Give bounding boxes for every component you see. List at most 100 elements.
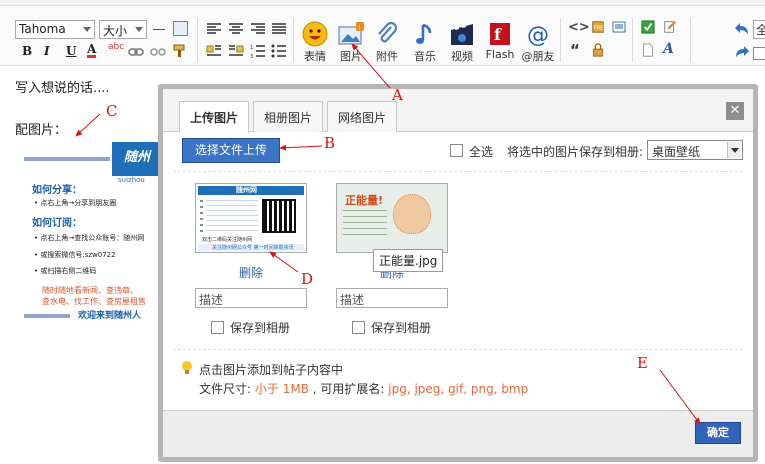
text-style-icon[interactable]: A: [663, 41, 674, 57]
image-tool[interactable]: ! 图片: [336, 20, 366, 64]
size-label: 文件尺寸:: [199, 382, 252, 396]
spellcheck-icon[interactable]: abc: [108, 42, 124, 52]
annotation-label-c: C: [106, 102, 118, 120]
dialog-tab-bar: [163, 89, 753, 132]
size-value: 小于 1MB: [254, 382, 309, 396]
svg-text:3: 3: [250, 54, 253, 58]
underline-button[interactable]: U: [66, 44, 76, 58]
flash-label: Flash: [485, 48, 515, 61]
emoticon-tool[interactable]: 表情: [300, 20, 330, 64]
page-icon[interactable]: [640, 43, 656, 57]
preview-heading-subscribe: 如何订阅：: [32, 218, 82, 229]
unlink-icon[interactable]: [150, 45, 166, 59]
align-justify-icon[interactable]: [271, 22, 287, 36]
flash-tool[interactable]: f Flash: [484, 20, 516, 61]
ordered-list-icon[interactable]: 13: [250, 44, 266, 58]
italic-button[interactable]: I: [44, 44, 50, 58]
video-label: 视频: [451, 50, 473, 63]
undo-icon[interactable]: [734, 22, 750, 36]
float-right-icon[interactable]: [228, 44, 244, 58]
preview-promo-1: 随时随地看新闻、查违章、: [42, 286, 138, 295]
editor-toolbar: Tahoma 大小 B I U A abc 13 表情 ! 图片 附件 音乐 视…: [0, 0, 765, 66]
divider: [173, 171, 743, 172]
choose-file-upload-button[interactable]: 选择文件上传: [182, 138, 280, 163]
toolbar-separator: [632, 18, 633, 62]
bold-button[interactable]: B: [22, 44, 32, 58]
svg-text:!: !: [358, 24, 361, 32]
image-1-save-checkbox[interactable]: [211, 321, 224, 334]
redo-icon[interactable]: [734, 45, 750, 59]
unordered-list-icon[interactable]: [271, 44, 287, 58]
thumb-text: 双击二维码关注随州网: [202, 237, 253, 243]
preview-line-4: • 或扫描右侧二维码: [34, 267, 97, 275]
edit-note-icon[interactable]: [662, 20, 678, 34]
attachment-tool[interactable]: 附件: [372, 20, 402, 64]
annotation-label-b: B: [324, 134, 336, 152]
quote-icon[interactable]: “: [570, 41, 580, 59]
code-icon[interactable]: <>: [568, 20, 590, 35]
ext-value: jpg, jpeg, gif, png, bmp: [388, 382, 529, 396]
toolbar-separator: [197, 18, 198, 62]
font-size-select[interactable]: 大小: [99, 20, 147, 39]
delete-image-1-link[interactable]: 删除: [239, 264, 263, 281]
lock-icon[interactable]: [590, 43, 606, 57]
font-name-value: Tahoma: [19, 22, 66, 36]
toolbar-separator: [560, 18, 561, 62]
music-note-icon: [416, 23, 432, 44]
right-partial-checkbox[interactable]: [753, 47, 765, 60]
checkbox-tool-icon[interactable]: [640, 20, 656, 34]
music-tool[interactable]: 音乐: [410, 20, 440, 64]
image-icon: !: [338, 22, 364, 45]
thumb-2-title: 正能量!: [345, 194, 384, 207]
album-select-value: 桌面壁纸: [652, 145, 701, 159]
horizontal-rule-icon[interactable]: [153, 29, 165, 30]
ext-label: , 可用扩展名:: [312, 382, 385, 396]
annotation-label-d: D: [301, 270, 314, 288]
align-right-icon[interactable]: [250, 22, 266, 36]
paperclip-icon: [378, 21, 398, 43]
font-color-button[interactable]: A: [87, 43, 97, 58]
tab-upload-image[interactable]: 上传图片: [179, 101, 250, 133]
annotation-label-e: E: [637, 354, 648, 372]
chevron-down-icon: [727, 142, 741, 158]
inserted-image-preview[interactable]: 随州 suizhou 如何分享： • 点右上角→分享到朋友圈 如何订阅： • 点…: [22, 140, 162, 330]
image-2-save-checkbox[interactable]: [352, 321, 365, 334]
arrow-c: [75, 113, 101, 137]
right-partial-select[interactable]: 全: [753, 20, 765, 39]
link-icon[interactable]: [128, 45, 144, 59]
format-brush-icon[interactable]: [172, 44, 188, 58]
float-left-icon[interactable]: [206, 44, 222, 58]
svg-text:1: 1: [250, 45, 253, 51]
right-partial-text: 全: [756, 23, 765, 37]
image-2-description-input[interactable]: 描述: [336, 288, 448, 308]
flash-icon: f: [490, 23, 510, 45]
thumb-footer: 关注随州网公众号 第一时间获取资讯: [198, 244, 304, 251]
select-all-checkbox[interactable]: [450, 144, 463, 157]
font-size-value: 大小: [103, 24, 128, 38]
align-left-icon[interactable]: [206, 22, 222, 36]
uploaded-image-thumbnail[interactable]: 正能量!: [336, 183, 448, 253]
svg-text:FREE: FREE: [594, 26, 606, 32]
album-select[interactable]: 桌面壁纸: [647, 140, 743, 160]
confirm-button[interactable]: 确定: [695, 422, 741, 444]
thumb-2-text-lines: [343, 210, 387, 236]
table-icon[interactable]: [173, 21, 188, 36]
font-name-select[interactable]: Tahoma: [15, 20, 95, 39]
tab-album-image[interactable]: 相册图片: [253, 101, 324, 132]
image-1-description-input[interactable]: 描述: [195, 288, 307, 308]
uploaded-image-thumbnail[interactable]: 随州网 双击二维码关注随州网 关注随州网公众号 第一时间获取资讯: [195, 183, 307, 253]
mention-tool[interactable]: @ @朋友: [520, 20, 556, 64]
align-center-icon[interactable]: [228, 22, 244, 36]
image-label: 图片: [340, 50, 362, 63]
free-content-icon[interactable]: FREE: [590, 20, 606, 34]
smiley-icon: [302, 21, 328, 47]
window-icon[interactable]: [612, 21, 628, 35]
close-icon[interactable]: ✕: [726, 102, 744, 120]
video-icon: [451, 24, 473, 45]
divider: [173, 349, 743, 350]
lightbulb-icon: [182, 361, 192, 374]
video-tool[interactable]: 视频: [446, 20, 478, 64]
tab-web-image[interactable]: 网络图片: [327, 101, 398, 132]
editor-placeholder-text[interactable]: 写入想说的话....: [15, 77, 110, 96]
image-2-save-label: 保存到相册: [371, 321, 432, 335]
